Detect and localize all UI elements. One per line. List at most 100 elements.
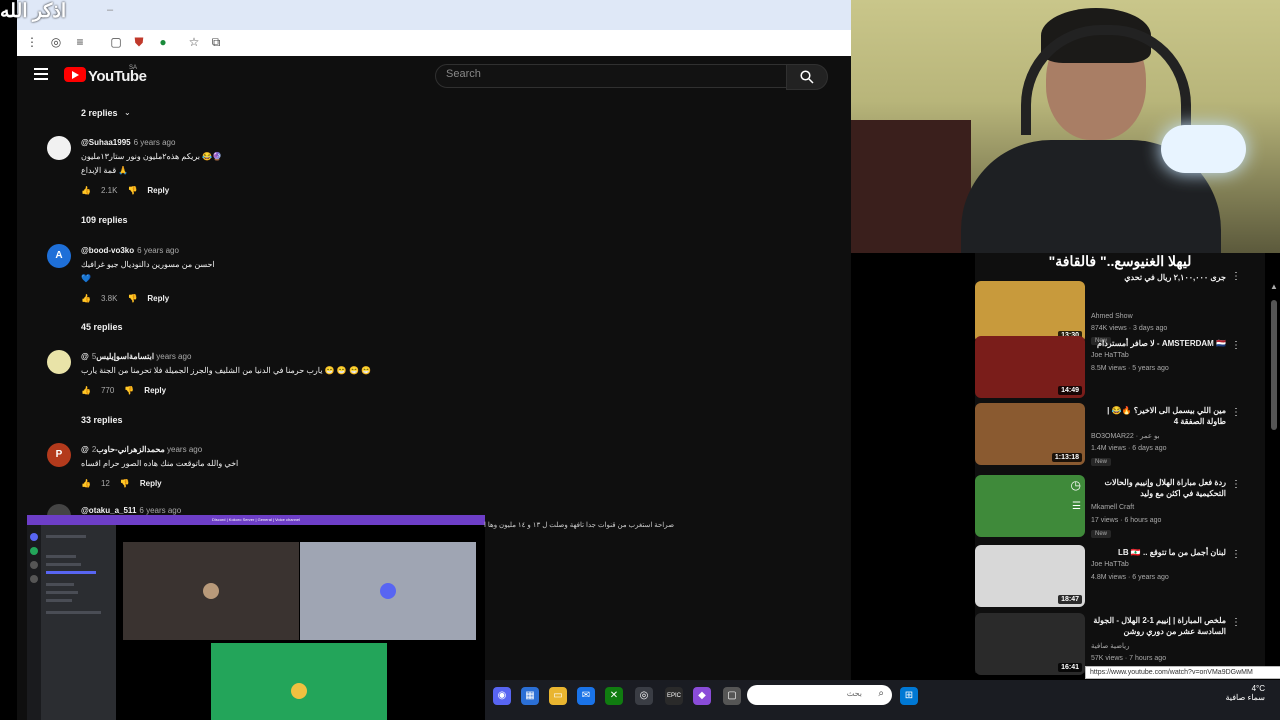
minimize-icon[interactable]: –	[107, 4, 113, 16]
avatar[interactable]: A	[47, 244, 71, 268]
more-options-icon[interactable]: ⋮	[25, 35, 39, 49]
file-explorer-icon[interactable]: ▭	[549, 687, 567, 705]
dislike-icon[interactable]: 👎	[120, 479, 130, 488]
window-app-icon[interactable]: ▢	[723, 687, 741, 705]
video-thumbnail[interactable]: 14:49	[975, 336, 1085, 398]
youtube-logo-icon[interactable]	[64, 67, 86, 82]
video-thumbnail[interactable]: ◷ ☰	[975, 475, 1085, 537]
author-name[interactable]: @Suhaa1995	[81, 138, 131, 147]
weather-widget[interactable]: 4°C سماء صافية	[1205, 684, 1265, 702]
video-title[interactable]: ردة فعل مباراة الهلال وإنييم والحالات ال…	[1091, 477, 1226, 499]
channel-name[interactable]: Mkamell Craft	[1091, 504, 1134, 511]
extension-badge-icon[interactable]: ●	[156, 35, 170, 49]
more-vert-icon[interactable]: ⋮	[1231, 340, 1241, 351]
video-item[interactable]: 14:49 AMSTERDAM 🇳🇱 - لا صافر أمستردام Jo…	[975, 336, 1265, 400]
video-thumbnail[interactable]: 18:47	[975, 545, 1085, 607]
voice-participant-tile[interactable]	[300, 542, 476, 640]
channel-item[interactable]	[46, 555, 76, 558]
author-name[interactable]: @bood-vo3ko	[81, 246, 134, 255]
video-item[interactable]: 1:13:18 مين اللي بيسمل الى الاخير؟ 🔥😂 | …	[975, 403, 1265, 467]
replies-toggle[interactable]: 2 replies	[81, 108, 118, 118]
discord-home-icon[interactable]	[30, 533, 38, 541]
chevron-down-icon[interactable]: ⌄	[124, 108, 131, 117]
account-icon[interactable]: ◎	[49, 35, 63, 49]
hamburger-menu-icon[interactable]	[34, 68, 48, 80]
bookmark-star-icon[interactable]: ☆	[187, 35, 201, 49]
copilot-app-icon[interactable]: ◆	[693, 687, 711, 705]
voice-participant-tile[interactable]	[123, 542, 299, 640]
channel-item[interactable]	[46, 611, 101, 614]
avatar[interactable]: P	[47, 443, 71, 467]
taskbar-search-input[interactable]: بحث ⌕	[747, 685, 892, 705]
channel-name[interactable]: Ahmed Show	[1091, 313, 1133, 320]
video-title[interactable]: جرى ٢,١٠٠,٠٠٠ ريال في تحدي	[1091, 272, 1226, 283]
comment-time[interactable]: 6 years ago	[139, 506, 181, 515]
reply-button[interactable]: Reply	[147, 186, 169, 195]
channel-name[interactable]: Joe HaTTab	[1091, 561, 1129, 568]
channel-item[interactable]	[46, 563, 81, 566]
scrollbar-thumb[interactable]	[1271, 300, 1277, 430]
like-icon[interactable]: 👍	[81, 386, 91, 395]
comment-author[interactable]: @Suhaa1995 6 years ago	[81, 138, 175, 147]
comment-author[interactable]: @ابتسامةاسوإيليس5 years ago	[81, 352, 191, 361]
comment-time[interactable]: 6 years ago	[134, 138, 176, 147]
video-title[interactable]: ملخص المباراة | إنييم 1-2 الهلال - الجول…	[1091, 615, 1226, 637]
channel-item[interactable]	[46, 583, 74, 586]
watch-later-icon[interactable]: ◷	[1071, 478, 1081, 492]
discord-app-icon[interactable]: ◉	[493, 687, 511, 705]
video-thumbnail[interactable]: 1:13:18	[975, 403, 1085, 465]
reply-button[interactable]: Reply	[147, 294, 169, 303]
shield-icon[interactable]: ⛊	[132, 35, 146, 49]
mail-app-icon[interactable]: ✉	[577, 687, 595, 705]
like-icon[interactable]: 👍	[81, 186, 91, 195]
author-name[interactable]: @otaku_a_511	[81, 506, 136, 515]
voice-participant-tile[interactable]	[211, 643, 387, 720]
windows-start-icon[interactable]: ⊞	[900, 687, 918, 705]
dislike-icon[interactable]: 👎	[127, 294, 137, 303]
video-item[interactable]: ◷ ☰ ردة فعل مباراة الهلال وإنييم والحالا…	[975, 475, 1265, 539]
channel-item[interactable]	[46, 535, 86, 538]
server-icon[interactable]	[30, 561, 38, 569]
avatar[interactable]	[47, 350, 71, 374]
like-icon[interactable]: 👍	[81, 294, 91, 303]
comment-author[interactable]: @bood-vo3ko 6 years ago	[81, 246, 179, 255]
more-vert-icon[interactable]: ⋮	[1231, 271, 1241, 282]
channel-item[interactable]	[46, 591, 78, 594]
channel-item[interactable]	[46, 571, 96, 574]
more-vert-icon[interactable]: ⋮	[1231, 407, 1241, 418]
channel-name[interactable]: رياضية صافية	[1091, 642, 1130, 650]
reply-button[interactable]: Reply	[140, 479, 162, 488]
video-title[interactable]: لبنان أجمل من ما تتوقع .. LB 🇱🇧	[1091, 547, 1226, 558]
like-icon[interactable]: 👍	[81, 479, 91, 488]
youtube-wordmark[interactable]: YouTube	[88, 68, 147, 85]
server-icon[interactable]	[30, 575, 38, 583]
channel-item[interactable]	[46, 599, 72, 602]
video-thumbnail[interactable]: 13:30	[975, 281, 1085, 343]
store-app-icon[interactable]: ▦	[521, 687, 539, 705]
video-title[interactable]: AMSTERDAM 🇳🇱 - لا صافر أمستردام	[1091, 338, 1226, 349]
dislike-icon[interactable]: 👎	[127, 186, 137, 195]
video-title[interactable]: مين اللي بيسمل الى الاخير؟ 🔥😂 | طاولة ال…	[1091, 405, 1226, 427]
comment-time[interactable]: 6 years ago	[137, 246, 179, 255]
server-icon[interactable]	[30, 547, 38, 555]
xbox-app-icon[interactable]: ✕	[605, 687, 623, 705]
more-vert-icon[interactable]: ⋮	[1231, 549, 1241, 560]
reply-button[interactable]: Reply	[144, 386, 166, 395]
search-input[interactable]: Search	[435, 64, 787, 88]
replies-toggle[interactable]: 33 replies	[81, 415, 123, 425]
more-vert-icon[interactable]: ⋮	[1231, 617, 1241, 628]
scroll-up-icon[interactable]: ▲	[1270, 282, 1278, 291]
chrome-app-icon[interactable]: ◎	[635, 687, 653, 705]
video-item[interactable]: 18:47 لبنان أجمل من ما تتوقع .. LB 🇱🇧 Jo…	[975, 545, 1265, 609]
search-button[interactable]	[786, 64, 828, 90]
avatar[interactable]	[47, 136, 71, 160]
video-thumbnail[interactable]: 16:41	[975, 613, 1085, 675]
channel-name[interactable]: Joe HaTTab	[1091, 352, 1129, 359]
screen-cast-icon[interactable]: ⧉	[209, 35, 223, 49]
replies-toggle[interactable]: 109 replies	[81, 215, 128, 225]
comment-author[interactable]: @otaku_a_511 6 years ago	[81, 506, 181, 515]
add-to-queue-icon[interactable]: ☰	[1072, 501, 1081, 512]
dislike-icon[interactable]: 👎	[124, 386, 134, 395]
extensions-icon[interactable]: ▢	[109, 35, 123, 49]
channel-name[interactable]: BO3OMAR22 · بو عمر	[1091, 432, 1160, 440]
